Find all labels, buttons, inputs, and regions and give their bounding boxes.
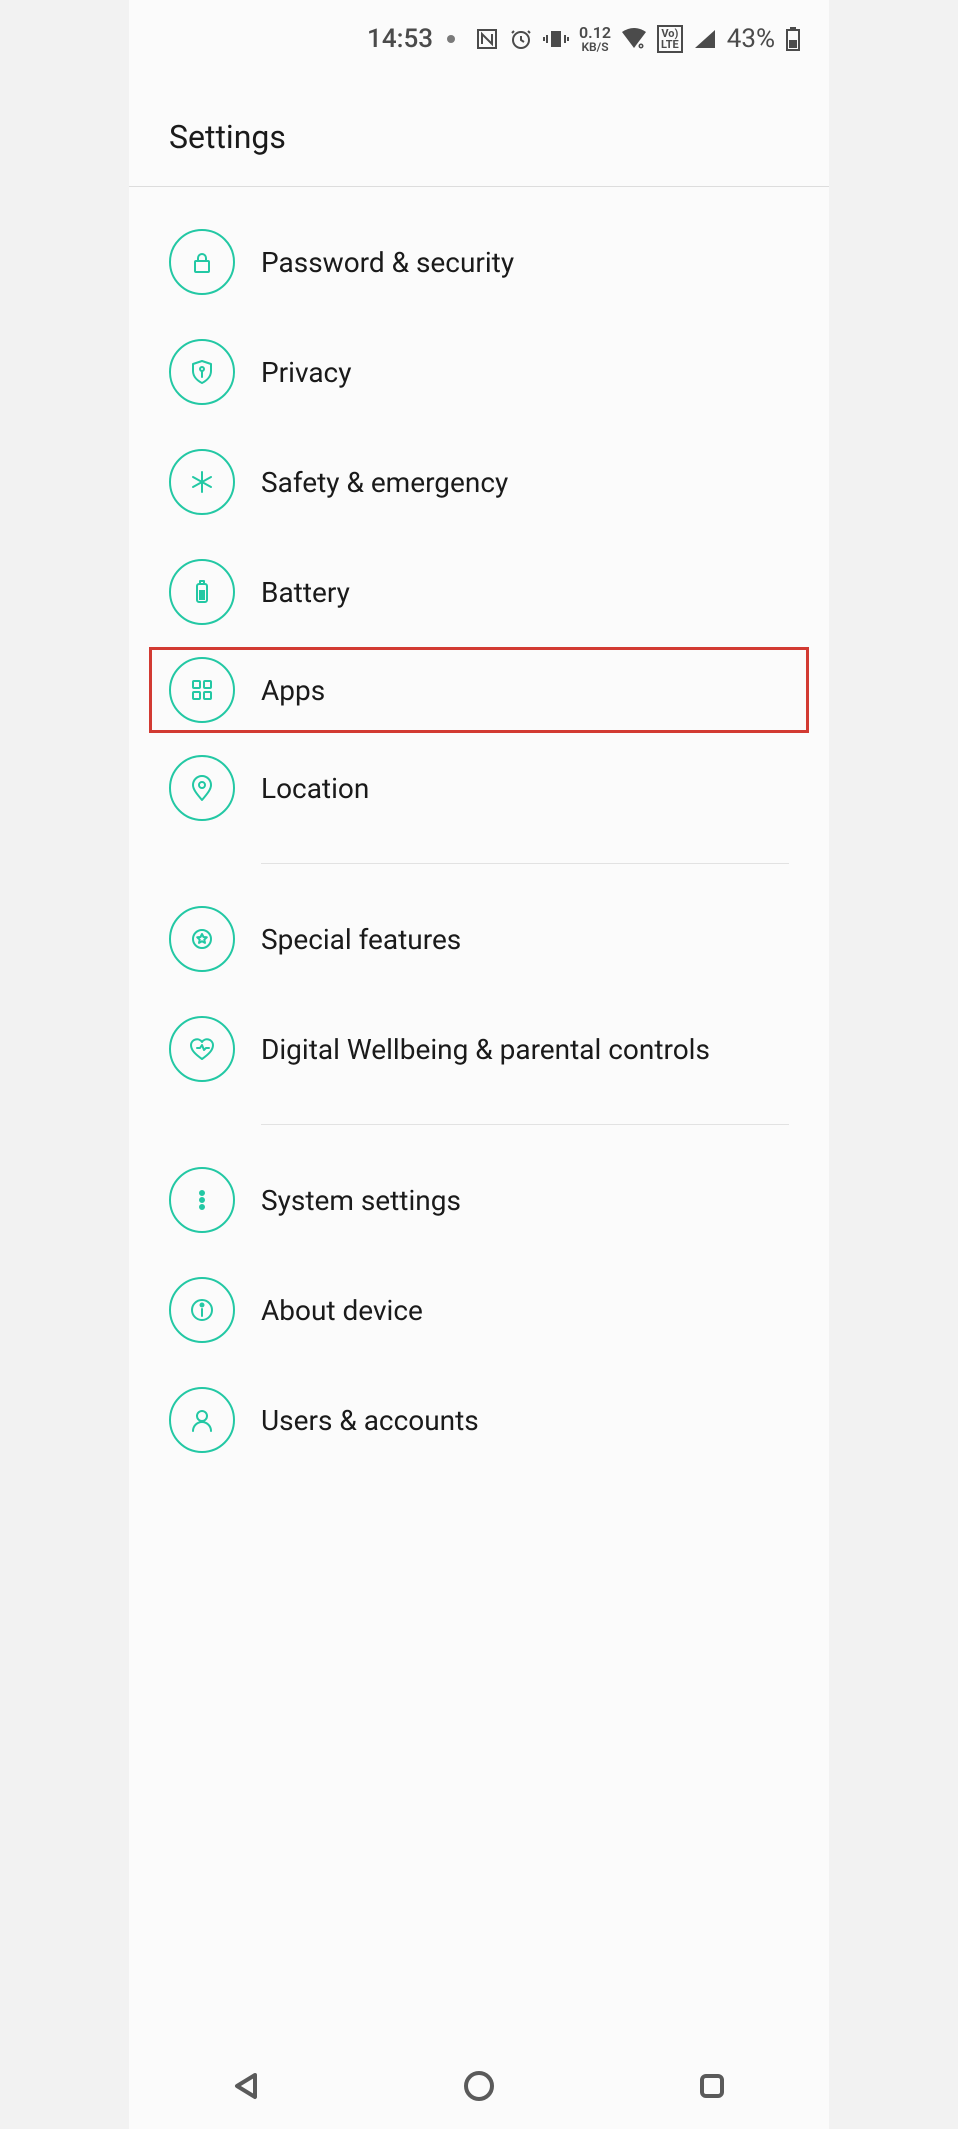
battery-percent: 43% (727, 24, 775, 54)
status-bar: 14:53 0.12 KB/S Vo) LTE (129, 0, 829, 78)
vibrate-icon (543, 27, 569, 51)
lock-icon (169, 229, 235, 295)
battery-icon (169, 559, 235, 625)
settings-item-users-accounts[interactable]: Users & accounts (169, 1365, 789, 1475)
settings-item-safety-emergency[interactable]: Safety & emergency (169, 427, 789, 537)
info-icon (169, 1277, 235, 1343)
network-speed-indicator: 0.12 KB/S (579, 25, 611, 53)
settings-item-privacy[interactable]: Privacy (169, 317, 789, 427)
signal-icon (693, 28, 717, 50)
settings-item-location[interactable]: Location (169, 733, 789, 843)
star-circle-icon (169, 906, 235, 972)
person-icon (169, 1387, 235, 1453)
settings-list: Password & security Privacy Safety & emerg… (129, 187, 829, 1475)
pin-icon (169, 755, 235, 821)
settings-item-label: Location (261, 772, 369, 805)
settings-item-special-features[interactable]: Special features (169, 884, 789, 994)
status-time: 14:53 (367, 24, 433, 54)
home-button[interactable] (454, 2061, 504, 2111)
battery-icon (785, 26, 801, 52)
page-title: Settings (169, 118, 789, 156)
settings-item-apps[interactable]: Apps (149, 647, 809, 733)
navigation-bar (129, 2043, 829, 2129)
settings-item-password-security[interactable]: Password & security (169, 207, 789, 317)
settings-item-label: Battery (261, 576, 350, 609)
settings-item-battery[interactable]: Battery (169, 537, 789, 647)
settings-item-label: About device (261, 1294, 423, 1327)
settings-item-system-settings[interactable]: System settings (169, 1145, 789, 1255)
settings-item-label: Privacy (261, 356, 351, 389)
header: Settings (129, 78, 829, 187)
recent-button[interactable] (687, 2061, 737, 2111)
heart-icon (169, 1016, 235, 1082)
alarm-icon (509, 27, 533, 51)
settings-item-about-device[interactable]: About device (169, 1255, 789, 1365)
dots-vertical-icon (169, 1167, 235, 1233)
settings-item-label: Digital Wellbeing & parental controls (261, 1033, 710, 1066)
shield-key-icon (169, 339, 235, 405)
wifi-icon (621, 28, 647, 50)
group-divider (261, 1124, 789, 1125)
grid-icon (169, 657, 235, 723)
settings-item-digital-wellbeing[interactable]: Digital Wellbeing & parental controls (169, 994, 789, 1104)
nfc-icon (475, 27, 499, 51)
asterisk-icon (169, 449, 235, 515)
settings-item-label: Apps (261, 674, 325, 707)
settings-item-label: Users & accounts (261, 1404, 479, 1437)
settings-item-label: System settings (261, 1184, 461, 1217)
settings-item-label: Password & security (261, 246, 514, 279)
volte-icon: Vo) LTE (657, 25, 683, 53)
group-divider (261, 863, 789, 864)
status-dot-icon (447, 35, 455, 43)
back-button[interactable] (221, 2061, 271, 2111)
settings-item-label: Safety & emergency (261, 466, 508, 499)
settings-item-label: Special features (261, 923, 461, 956)
